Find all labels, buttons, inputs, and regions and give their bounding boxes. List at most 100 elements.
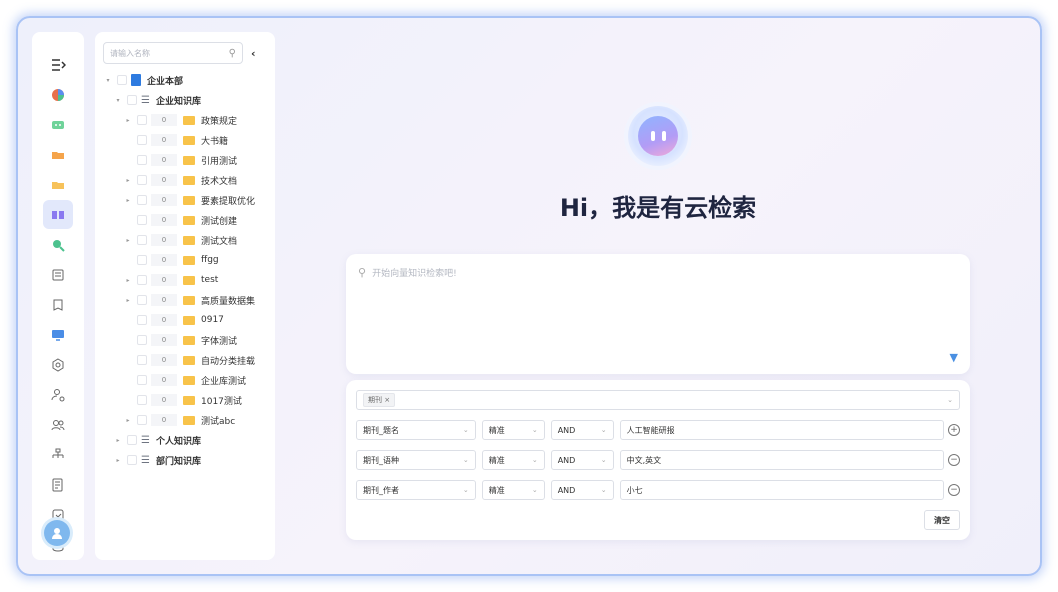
checkbox[interactable]	[137, 235, 147, 245]
org-chart-icon[interactable]	[43, 440, 73, 469]
monitor-icon[interactable]	[43, 320, 73, 349]
tree-node-root[interactable]: ▾ 企业本部	[103, 70, 267, 90]
tree-node-folder[interactable]: ▸ 0 要素提取优化	[103, 190, 267, 210]
caret-right-icon[interactable]: ▸	[123, 277, 133, 284]
field-select[interactable]: 期刊_语种 ⌄	[356, 450, 476, 470]
remove-rule-icon[interactable]: −	[948, 484, 960, 496]
query-input[interactable]: ⚲ 开始向量知识检索吧! ▼	[346, 254, 970, 374]
checkbox[interactable]	[137, 175, 147, 185]
tree-node-folder[interactable]: 0 1017测试	[103, 390, 267, 410]
tree-node-folder[interactable]: 0 引用测试	[103, 150, 267, 170]
folder-icon	[183, 155, 195, 165]
remove-rule-icon[interactable]: −	[948, 454, 960, 466]
folder-open-icon[interactable]	[43, 140, 73, 169]
caret-right-icon[interactable]: ▸	[123, 417, 133, 424]
tree-node-dept-kb[interactable]: ▸ ☰ 部门知识库	[103, 450, 267, 470]
list-icon[interactable]	[43, 260, 73, 289]
tree-node-folder[interactable]: 0 ffgg	[103, 250, 267, 270]
checkbox[interactable]	[137, 155, 147, 165]
tree-node-label: 企业库测试	[201, 376, 247, 387]
checkbox[interactable]	[137, 135, 147, 145]
checkbox[interactable]	[137, 415, 147, 425]
checkbox[interactable]	[117, 75, 127, 85]
tree-node-folder[interactable]: 0 0917	[103, 310, 267, 330]
tree-search-placeholder: 请输入名称	[110, 48, 150, 58]
match-select[interactable]: 精准 ⌄	[481, 480, 545, 500]
rule-value-input[interactable]: 中文,英文	[619, 450, 945, 470]
tree-node-personal-kb[interactable]: ▸ ☰ 个人知识库	[103, 430, 267, 450]
logic-select[interactable]: AND ⌄	[550, 450, 614, 470]
chevron-down-icon: ⌄	[531, 456, 538, 464]
tree-node-folder[interactable]: 0 自动分类挂载	[103, 350, 267, 370]
match-select[interactable]: 精准 ⌄	[481, 450, 545, 470]
checkbox[interactable]	[137, 275, 147, 285]
settings-hex-icon[interactable]	[43, 350, 73, 379]
pie-chart-icon[interactable]	[43, 80, 73, 109]
checkbox[interactable]	[137, 335, 147, 345]
rule-value: 小七	[626, 485, 643, 495]
query-placeholder: 开始向量知识检索吧!	[372, 269, 457, 279]
caret-right-icon[interactable]: ▸	[123, 237, 133, 244]
caret-right-icon[interactable]: ▸	[113, 457, 123, 464]
filter-icon[interactable]: ▼	[950, 351, 958, 364]
field-value: 期刊_语种	[363, 455, 399, 465]
tree-search-input[interactable]: 请输入名称 ⚲	[103, 42, 243, 64]
caret-right-icon[interactable]: ▸	[123, 197, 133, 204]
user-settings-icon[interactable]	[43, 380, 73, 409]
search-shield-icon[interactable]	[43, 230, 73, 259]
checkbox[interactable]	[137, 375, 147, 385]
chat-icon[interactable]	[43, 110, 73, 139]
menu-expand-icon[interactable]	[43, 50, 73, 79]
tree-node-folder[interactable]: ▸ 0 test	[103, 270, 267, 290]
tree-node-label: 要素提取优化	[201, 196, 256, 207]
collapse-panel-icon[interactable]: ‹	[251, 47, 256, 60]
logic-select[interactable]: AND ⌄	[550, 480, 614, 500]
tree-node-folder[interactable]: 0 测试创建	[103, 210, 267, 230]
caret-right-icon[interactable]: ▸	[123, 117, 133, 124]
caret-down-icon[interactable]: ▾	[103, 77, 113, 84]
caret-right-icon[interactable]: ▸	[123, 297, 133, 304]
tree-node-folder[interactable]: ▸ 0 政策规定	[103, 110, 267, 130]
checkbox[interactable]	[137, 195, 147, 205]
users-icon[interactable]	[43, 410, 73, 439]
caret-down-icon[interactable]: ▾	[113, 97, 123, 104]
search-icon[interactable]: ⚲	[229, 48, 236, 59]
avatar[interactable]	[44, 520, 70, 546]
report-icon[interactable]	[43, 470, 73, 499]
add-rule-icon[interactable]: +	[948, 424, 960, 436]
tree-node-folder[interactable]: 0 字体测试	[103, 330, 267, 350]
folder-icon	[183, 235, 195, 245]
logic-select[interactable]: AND ⌄	[550, 420, 614, 440]
caret-right-icon[interactable]: ▸	[123, 177, 133, 184]
checkbox[interactable]	[137, 215, 147, 225]
clear-button[interactable]: 清空	[924, 510, 960, 530]
document-icon[interactable]	[43, 290, 73, 319]
field-select[interactable]: 期刊_题名 ⌄	[356, 420, 476, 440]
book-open-icon[interactable]	[43, 200, 73, 230]
tree-node-folder[interactable]: ▸ 0 测试abc	[103, 410, 267, 430]
checkbox[interactable]	[137, 295, 147, 305]
checkbox[interactable]	[127, 435, 137, 445]
match-select[interactable]: 精准 ⌄	[481, 420, 545, 440]
checkbox[interactable]	[137, 355, 147, 365]
tree-node-folder[interactable]: 0 大书籍	[103, 130, 267, 150]
tree-node-folder[interactable]: ▸ 0 高质量数据集	[103, 290, 267, 310]
rule-value-input[interactable]: 小七	[619, 480, 945, 500]
checkbox[interactable]	[137, 395, 147, 405]
tree-node-enterprise-kb[interactable]: ▾ ☰ 企业知识库	[103, 90, 267, 110]
folder-icon[interactable]	[43, 170, 73, 199]
caret-right-icon[interactable]: ▸	[113, 437, 123, 444]
checkbox[interactable]	[127, 95, 137, 105]
tree-node-folder[interactable]: ▸ 0 测试文档	[103, 230, 267, 250]
tree-node-folder[interactable]: ▸ 0 技术文档	[103, 170, 267, 190]
tree-node-folder[interactable]: 0 企业库测试	[103, 370, 267, 390]
field-select[interactable]: 期刊_作者 ⌄	[356, 480, 476, 500]
rule-value-input[interactable]: 人工智能研报	[619, 420, 945, 440]
checkbox[interactable]	[137, 115, 147, 125]
checkbox[interactable]	[137, 315, 147, 325]
checkbox[interactable]	[137, 255, 147, 265]
chevron-down-icon: ⌄	[600, 426, 607, 434]
checkbox[interactable]	[127, 455, 137, 465]
tag-close-icon[interactable]: ×	[384, 396, 390, 404]
source-type-select[interactable]: 期刊 × ⌄	[356, 390, 960, 410]
